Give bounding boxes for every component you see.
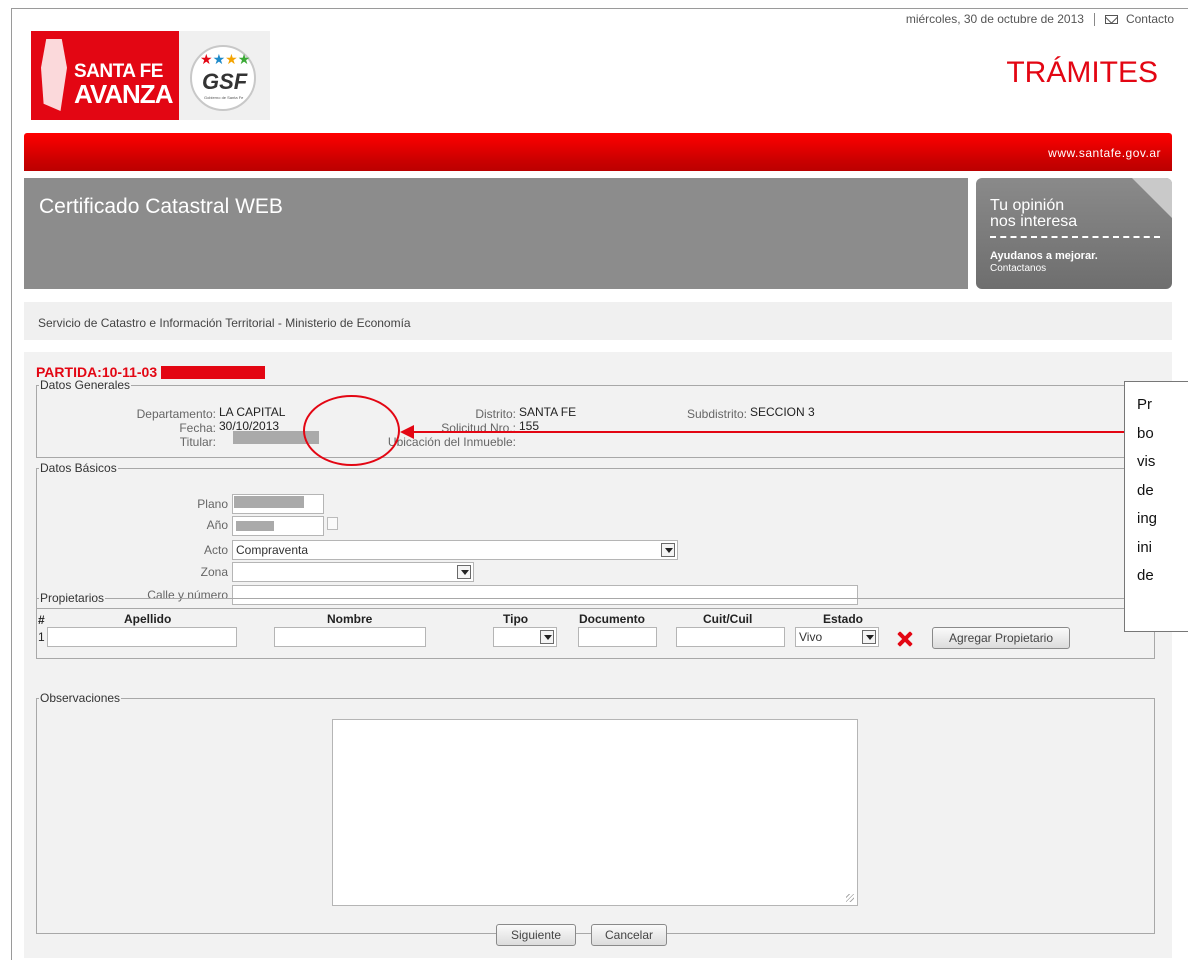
logo-area[interactable]: SANTA FE AVANZA ★★★★ GSF Gobierno de San… <box>31 31 270 120</box>
province-map-icon <box>41 39 67 111</box>
cuit-input[interactable] <box>676 627 785 647</box>
nombre-input[interactable] <box>274 627 426 647</box>
col-tipo: Tipo <box>503 612 529 626</box>
apellido-input[interactable] <box>47 627 237 647</box>
opinion-line1: Tu opinión <box>990 197 1065 214</box>
tramites-title[interactable]: TRÁMITES <box>1006 56 1158 90</box>
fecha-label: Fecha: <box>179 421 216 435</box>
col-apellido: Apellido <box>124 612 172 626</box>
gsf-logo[interactable]: ★★★★ GSF Gobierno de Santa Fe <box>190 43 260 111</box>
callout-line: de <box>1137 481 1154 499</box>
observaciones-legend: Observaciones <box>40 691 121 705</box>
service-bar: Servicio de Catastro e Información Terri… <box>24 302 1172 340</box>
chevron-down-icon[interactable] <box>862 630 876 644</box>
datos-generales-legend: Datos Generales <box>40 378 131 392</box>
departamento-label: Departamento: <box>136 407 216 421</box>
opinion-widget[interactable]: Tu opinión nos interesa Ayudanos a mejor… <box>976 178 1172 289</box>
row-number: 1 <box>38 630 45 644</box>
service-title: Servicio de Catastro e Información Terri… <box>38 316 411 330</box>
anio-redacted <box>236 521 274 531</box>
top-bar: miércoles, 30 de octubre de 2013 Contact… <box>906 12 1174 26</box>
opinion-cta: Ayudanos a mejorar. <box>990 250 1098 262</box>
zona-select[interactable] <box>232 562 474 582</box>
chevron-down-icon[interactable] <box>540 630 554 644</box>
redacted-block <box>161 365 266 379</box>
acto-selected-value: Compraventa <box>236 543 309 557</box>
highlight-circle <box>303 395 400 466</box>
gsf-subtext: Gobierno de Santa Fe <box>204 95 244 100</box>
opinion-line2: nos interesa <box>990 213 1078 230</box>
annotation-arrow-icon <box>400 425 414 439</box>
plano-redacted <box>234 496 304 508</box>
copy-icon[interactable] <box>327 517 338 530</box>
distrito-value: SANTA FE <box>519 405 577 419</box>
zona-label: Zona <box>200 565 228 579</box>
current-date: miércoles, 30 de octubre de 2013 <box>905 12 1084 26</box>
page-banner: Certificado Catastral WEB <box>24 178 968 289</box>
anio-label: Año <box>206 518 228 532</box>
siguiente-button[interactable]: Siguiente <box>496 924 576 946</box>
subdistrito-label: Subdistrito: <box>686 407 747 421</box>
estado-selected-value: Vivo <box>799 630 823 644</box>
callout-line: bo <box>1137 424 1154 442</box>
remove-owner-icon[interactable] <box>896 630 914 648</box>
page-curl-icon <box>1132 178 1172 218</box>
acto-select[interactable]: Compraventa <box>232 540 678 560</box>
colored-stars-icon: ★★★★ <box>200 51 251 67</box>
callout-line: ini <box>1137 538 1153 556</box>
col-nombre: Nombre <box>327 612 373 626</box>
col-documento: Documento <box>579 612 645 626</box>
acto-label: Acto <box>203 543 228 557</box>
callout-line: de <box>1137 567 1154 584</box>
propietarios-legend: Propietarios <box>40 591 105 605</box>
plano-label: Plano <box>197 497 228 511</box>
logo-text-line2: AVANZA <box>74 79 173 109</box>
col-num: # <box>38 613 45 627</box>
resize-grip-icon[interactable] <box>846 894 854 902</box>
chevron-down-icon[interactable] <box>457 565 471 579</box>
chevron-down-icon[interactable] <box>661 543 675 557</box>
titular-label: Titular: <box>179 435 216 449</box>
datos-basicos-legend: Datos Básicos <box>40 461 117 475</box>
tipo-select[interactable] <box>493 627 557 647</box>
distrito-label: Distrito: <box>475 407 516 421</box>
santa-fe-avanza-logo[interactable]: SANTA FE AVANZA <box>31 31 179 120</box>
estado-select[interactable]: Vivo <box>795 627 879 647</box>
envelope-icon[interactable] <box>1104 14 1118 24</box>
opinion-contact-link[interactable]: Contactanos <box>990 263 1046 274</box>
callout-line: ing <box>1137 510 1158 527</box>
callout-line: Pr <box>1137 396 1152 413</box>
gsf-text: GSF <box>202 69 248 94</box>
observaciones-textarea[interactable] <box>332 719 858 906</box>
subdistrito-value: SECCION 3 <box>750 405 815 419</box>
divider <box>1093 12 1095 26</box>
site-url-link[interactable]: www.santafe.gov.ar <box>1048 146 1161 160</box>
red-nav-bar: www.santafe.gov.ar <box>24 133 1172 171</box>
annotation-callout: Pr bo vis de ing ini de <box>1124 381 1188 632</box>
annotation-arrow-line <box>412 431 1188 433</box>
col-estado: Estado <box>823 612 864 626</box>
cancelar-button[interactable]: Cancelar <box>591 924 667 946</box>
documento-input[interactable] <box>578 627 657 647</box>
page-title: Certificado Catastral WEB <box>39 195 283 218</box>
departamento-value: LA CAPITAL <box>219 405 286 419</box>
add-owner-button[interactable]: Agregar Propietario <box>932 627 1070 649</box>
col-cuit: Cuit/Cuil <box>703 612 753 626</box>
contact-link[interactable]: Contacto <box>1126 12 1174 26</box>
dashed-divider <box>990 236 1160 238</box>
callout-line: vis <box>1137 453 1156 470</box>
